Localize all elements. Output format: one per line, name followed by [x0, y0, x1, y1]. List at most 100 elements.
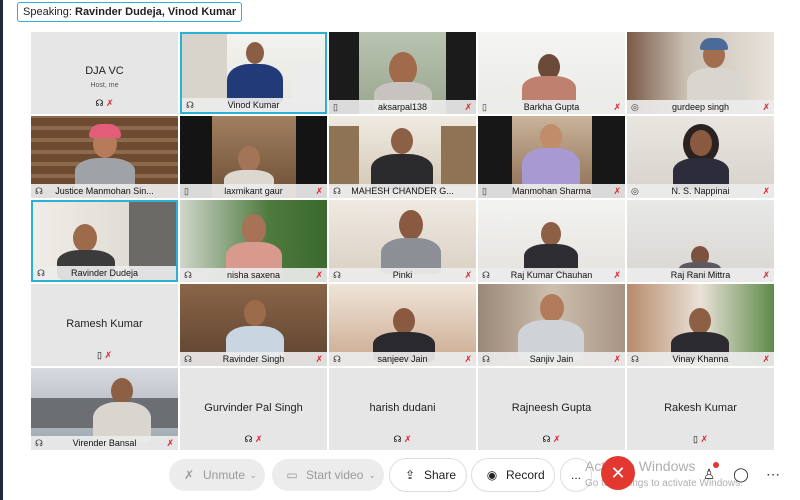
participant-name-bar: ▯ aksarpal138 ✗ [329, 100, 476, 114]
more-menu-button[interactable]: ⋯ [761, 462, 785, 486]
participant-name-bar: ▯ laxmikant gaur ✗ [180, 184, 327, 198]
headset-icon: ☊ [393, 434, 402, 444]
participant-status-icons: ☊ ✗ [31, 98, 178, 109]
record-button[interactable]: ◉ Record [472, 459, 554, 491]
participant-name: Vinod Kumar [227, 100, 280, 110]
participant-tile-raj-rani-mittra[interactable]: Raj Rani Mittra ✗ [627, 200, 774, 282]
mic-muted-icon: ✗ [403, 434, 412, 444]
video-grid: DJA VC Host, me ☊ ✗ ☊ Vinod Kumar ▯ aksarp… [31, 32, 776, 450]
participant-tile-mahesh-chander[interactable]: ☊ MAHESH CHANDER G... [329, 116, 476, 198]
participant-tile-gurdeep-singh[interactable]: ◎ gurdeep singh ✗ [627, 32, 774, 114]
headset-icon: ☊ [95, 98, 104, 108]
participant-name-bar: ☊ sanjeev Jain ✗ [329, 352, 476, 366]
participant-tile-rakesh-kumar[interactable]: Rakesh Kumar ▯ ✗ [627, 368, 774, 450]
participant-name: N. S. Nappinai [671, 186, 730, 196]
participant-name: Ramesh Kumar [66, 318, 143, 330]
participant-name: Ravinder Dudeja [70, 268, 139, 278]
participant-name-bar: ☊ Ravinder Singh ✗ [180, 352, 327, 366]
mic-muted-icon: ✗ [762, 354, 770, 364]
participant-tile-manmohan-sharma[interactable]: ▯ Manmohan Sharma ✗ [478, 116, 625, 198]
window-edge [0, 0, 3, 500]
mic-muted-icon: ✗ [552, 434, 561, 444]
participant-tile-ravinder-dudeja[interactable]: ☊ Ravinder Dudeja [31, 200, 178, 282]
participant-status-icons: ▯ ✗ [627, 434, 774, 445]
chevron-down-icon[interactable]: ⌄ [368, 459, 376, 491]
end-call-icon: ✕ [610, 463, 626, 483]
participant-status-icons: ☊ ✗ [180, 434, 327, 445]
participant-name-bar: Raj Rani Mittra ✗ [627, 268, 774, 282]
participant-name: Gurvinder Pal Singh [204, 402, 303, 414]
mic-muted-icon: ✗ [762, 102, 770, 112]
participant-tile-nisha-saxena[interactable]: ☊ nisha saxena ✗ [180, 200, 327, 282]
participant-name: sanjeev Jain [377, 354, 428, 364]
participant-tile-harish-dudani[interactable]: harish dudani ☊ ✗ [329, 368, 476, 450]
participant-name-bar: ☊ nisha saxena ✗ [180, 268, 327, 282]
participant-tile-vinay-khanna[interactable]: ☊ Vinay Khanna ✗ [627, 284, 774, 366]
participant-name: MAHESH CHANDER G... [351, 186, 454, 196]
participant-tile-justice-manmohan[interactable]: ☊ Justice Manmohan Sin... [31, 116, 178, 198]
video-off-icon: ▭ [286, 468, 298, 482]
participant-name-bar: ▯ Manmohan Sharma ✗ [478, 184, 625, 198]
participant-name: Rajneesh Gupta [511, 402, 592, 414]
participant-tile-sanjeev-jain[interactable]: ☊ sanjeev Jain ✗ [329, 284, 476, 366]
participant-tile-aksarpal138[interactable]: ▯ aksarpal138 ✗ [329, 32, 476, 114]
mic-muted-icon: ✗ [464, 354, 472, 364]
participant-tile-rajneesh-gupta[interactable]: Rajneesh Gupta ☊ ✗ [478, 368, 625, 450]
mic-muted-icon: ✗ [613, 102, 621, 112]
participant-name: Rakesh Kumar [664, 402, 737, 414]
mic-muted-icon: ✗ [613, 270, 621, 280]
participant-tile-dja-vc[interactable]: DJA VC Host, me ☊ ✗ [31, 32, 178, 114]
participant-tile-raj-kumar-chauhan[interactable]: ☊ Raj Kumar Chauhan ✗ [478, 200, 625, 282]
participant-name-bar: ☊ Pinki ✗ [329, 268, 476, 282]
chevron-down-icon[interactable]: ⌄ [249, 459, 257, 491]
participant-tile-gurvinder-pal-singh[interactable]: Gurvinder Pal Singh ☊ ✗ [180, 368, 327, 450]
participant-tile-barkha-gupta[interactable]: ▯ Barkha Gupta ✗ [478, 32, 625, 114]
participant-name: aksarpal138 [377, 102, 428, 112]
participant-name-bar: ☊ Vinay Khanna ✗ [627, 352, 774, 366]
participant-tile-vinod-kumar[interactable]: ☊ Vinod Kumar [180, 32, 327, 114]
participant-tile-laxmikant-gaur[interactable]: ▯ laxmikant gaur ✗ [180, 116, 327, 198]
participant-tile-ramesh-kumar[interactable]: Ramesh Kumar ▯ ✗ [31, 284, 178, 366]
participant-name: Barkha Gupta [523, 102, 580, 112]
participants-icon: ♙ [702, 466, 716, 482]
participant-name-bar: ☊ Virender Bansal ✗ [31, 436, 178, 450]
unmute-button[interactable]: ✗ Unmute ⌄ [169, 459, 265, 491]
mic-muted-icon: ✗ [315, 354, 323, 364]
unmute-label: Unmute [203, 468, 246, 482]
participant-tile-ns-nappinai[interactable]: ◎ N. S. Nappinai ✗ [627, 116, 774, 198]
more-icon: ⋯ [766, 466, 780, 482]
participant-tile-ravinder-singh[interactable]: ☊ Ravinder Singh ✗ [180, 284, 327, 366]
participant-name-bar: ☊ Sanjiv Jain ✗ [478, 352, 625, 366]
speaking-names: Ravinder Dudeja, Vinod Kumar [75, 6, 237, 18]
mic-muted-icon: ✗ [105, 98, 114, 108]
share-button[interactable]: ⇪ Share [390, 459, 466, 491]
record-icon: ◉ [486, 468, 498, 482]
speaking-label: Speaking: [23, 6, 72, 18]
participant-status-icons: ☊ ✗ [478, 434, 625, 445]
mic-muted-icon: ✗ [464, 270, 472, 280]
participant-tile-pinki[interactable]: ☊ Pinki ✗ [329, 200, 476, 282]
speaking-indicator: Speaking: Ravinder Dudeja, Vinod Kumar [17, 2, 243, 22]
participant-name: Manmohan Sharma [511, 186, 592, 196]
mic-muted-icon: ✗ [613, 186, 621, 196]
chat-button[interactable]: ◯ [729, 462, 753, 486]
participant-name: nisha saxena [226, 270, 281, 280]
notification-dot [713, 462, 719, 468]
headset-icon: ☊ [542, 434, 551, 444]
mic-muted-icon: ✗ [315, 270, 323, 280]
participant-tile-virender-bansal[interactable]: ☊ Virender Bansal ✗ [31, 368, 178, 450]
mic-muted-icon: ✗ [700, 434, 708, 444]
participant-status-icons: ☊ ✗ [329, 434, 476, 445]
participant-name-bar: ◎ N. S. Nappinai ✗ [627, 184, 774, 198]
participant-name: Raj Rani Mittra [670, 270, 731, 280]
start-video-button[interactable]: ▭ Start video ⌄ [272, 459, 384, 491]
end-call-button[interactable]: ✕ [601, 456, 635, 490]
participant-name-bar: ◎ gurdeep singh ✗ [627, 100, 774, 114]
participant-name: Vinay Khanna [672, 354, 729, 364]
participant-name: Sanjiv Jain [529, 354, 574, 364]
participant-name-bar: ☊ MAHESH CHANDER G... [329, 184, 476, 198]
participant-role: Host, me [90, 82, 119, 89]
participant-tile-sanjiv-jain[interactable]: ☊ Sanjiv Jain ✗ [478, 284, 625, 366]
mic-muted-icon: ✗ [166, 438, 174, 448]
mic-muted-icon: ✗ [315, 186, 323, 196]
